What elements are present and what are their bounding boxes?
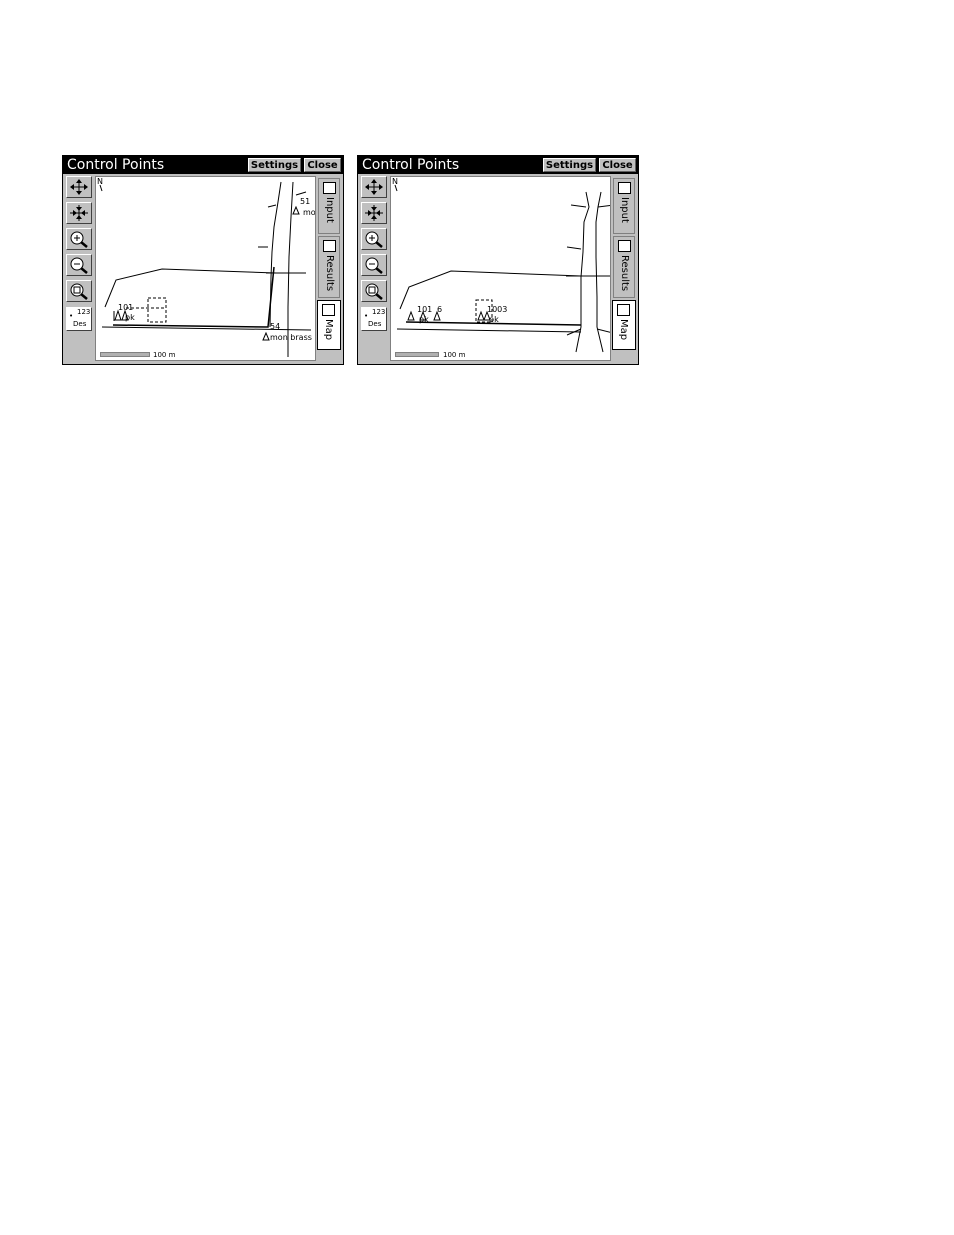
zoom-in-button[interactable] bbox=[66, 228, 92, 250]
zoom-out-icon bbox=[70, 257, 88, 274]
zoom-window-button[interactable] bbox=[66, 280, 92, 302]
input-form-icon bbox=[323, 182, 336, 194]
building-outline bbox=[147, 297, 167, 323]
side-tabs: Input Results Map bbox=[317, 176, 342, 364]
tab-label: Input bbox=[324, 197, 335, 223]
zoom-window-icon bbox=[70, 283, 88, 300]
zoom-out-icon bbox=[365, 257, 383, 274]
point-id-label: 51 bbox=[300, 197, 311, 206]
contract-arrows-icon bbox=[70, 205, 88, 221]
traverse-line bbox=[112, 266, 275, 328]
road-line bbox=[267, 204, 277, 208]
road-line bbox=[597, 204, 610, 208]
map-icon bbox=[322, 304, 335, 316]
point-desc-label: mon brass bbox=[270, 333, 312, 342]
results-report-icon bbox=[323, 240, 336, 252]
zoom-extents-button[interactable] bbox=[66, 176, 92, 198]
scale-bar bbox=[100, 352, 150, 357]
tab-input[interactable]: Input bbox=[318, 178, 340, 234]
dot-icon: • bbox=[364, 312, 369, 320]
control-points-window-right: Control Points Settings Close 123 • Des … bbox=[357, 155, 639, 365]
point-id-label: 101 bbox=[417, 305, 433, 314]
zoom-out-button[interactable] bbox=[66, 254, 92, 276]
map-icon bbox=[617, 304, 630, 316]
scale-label: 100 m bbox=[443, 351, 466, 359]
point-marker bbox=[262, 331, 270, 341]
des-number: 123 bbox=[77, 308, 91, 316]
zoom-out-button[interactable] bbox=[361, 254, 387, 276]
settings-button[interactable]: Settings bbox=[248, 158, 301, 172]
tab-label: Results bbox=[324, 255, 335, 292]
point-desc-label: pk bbox=[489, 315, 499, 324]
zoom-window-button[interactable] bbox=[361, 280, 387, 302]
point-desc-label: pk bbox=[419, 315, 429, 324]
point-marker bbox=[477, 310, 485, 321]
map-view[interactable]: N 101 pk 6 1003 pk 100 m bbox=[390, 176, 611, 361]
tab-label: Results bbox=[619, 255, 630, 292]
des-label: Des bbox=[73, 320, 87, 328]
side-tabs: Input Results Map bbox=[612, 176, 637, 364]
close-button[interactable]: Close bbox=[304, 158, 341, 172]
input-form-icon bbox=[618, 182, 631, 194]
tab-map[interactable]: Map bbox=[612, 300, 636, 350]
tab-input[interactable]: Input bbox=[613, 178, 635, 234]
zoom-in-button[interactable] bbox=[361, 228, 387, 250]
zoom-in-icon bbox=[70, 231, 88, 248]
results-report-icon bbox=[618, 240, 631, 252]
window-title: Control Points bbox=[362, 157, 460, 173]
scale-label: 100 m bbox=[153, 351, 176, 359]
des-label: Des bbox=[368, 320, 382, 328]
road-line bbox=[570, 204, 587, 208]
settings-button[interactable]: Settings bbox=[543, 158, 596, 172]
north-arrow-line bbox=[99, 184, 103, 192]
point-marker bbox=[114, 309, 122, 321]
description-toggle-button[interactable]: 123 • Des bbox=[361, 307, 387, 331]
road-line bbox=[104, 268, 277, 308]
description-toggle-button[interactable]: 123 • Des bbox=[66, 307, 92, 331]
tab-label: Map bbox=[323, 319, 334, 341]
close-button[interactable]: Close bbox=[599, 158, 636, 172]
tab-results[interactable]: Results bbox=[318, 236, 340, 298]
road-line bbox=[295, 191, 307, 196]
des-number: 123 bbox=[372, 308, 386, 316]
zoom-extents-button[interactable] bbox=[361, 176, 387, 198]
point-id-label: 54 bbox=[270, 322, 281, 331]
road-line bbox=[396, 328, 582, 333]
road-line bbox=[269, 181, 282, 328]
zoom-in-icon bbox=[365, 231, 383, 248]
title-bar: Control Points Settings Close bbox=[358, 156, 638, 174]
point-desc-label: pk bbox=[125, 313, 135, 322]
zoom-all-button[interactable] bbox=[361, 202, 387, 224]
map-linework bbox=[394, 184, 610, 353]
scale-bar bbox=[395, 352, 439, 357]
road-line bbox=[575, 191, 590, 353]
dot-icon: • bbox=[69, 312, 74, 320]
point-desc-label: mon bbox=[303, 208, 316, 217]
zoom-all-button[interactable] bbox=[66, 202, 92, 224]
road-line bbox=[596, 328, 610, 333]
road-line bbox=[595, 191, 604, 353]
road-line bbox=[566, 246, 582, 250]
point-id-label: 1003 bbox=[487, 305, 508, 314]
tab-label: Map bbox=[618, 319, 629, 341]
road-line bbox=[287, 181, 294, 357]
expand-arrows-icon bbox=[70, 179, 88, 195]
window-title: Control Points bbox=[67, 157, 165, 173]
title-bar: Control Points Settings Close bbox=[63, 156, 343, 174]
point-id-label: 6 bbox=[437, 305, 443, 314]
point-id-label: 101 bbox=[118, 303, 134, 312]
tab-results[interactable]: Results bbox=[613, 236, 635, 298]
north-arrow-line bbox=[394, 184, 398, 192]
road-line bbox=[399, 270, 582, 310]
contract-arrows-icon bbox=[365, 205, 383, 221]
point-marker bbox=[407, 310, 415, 321]
tab-label: Input bbox=[619, 197, 630, 223]
tab-map[interactable]: Map bbox=[317, 300, 341, 350]
expand-arrows-icon bbox=[365, 179, 383, 195]
control-points-window-left: Control Points Settings Close 123 • Des … bbox=[62, 155, 344, 365]
zoom-window-icon bbox=[365, 283, 383, 300]
map-view[interactable]: N 101 pk 51 mo 54 mon brass 100 m bbox=[95, 176, 316, 361]
point-marker bbox=[292, 205, 300, 215]
